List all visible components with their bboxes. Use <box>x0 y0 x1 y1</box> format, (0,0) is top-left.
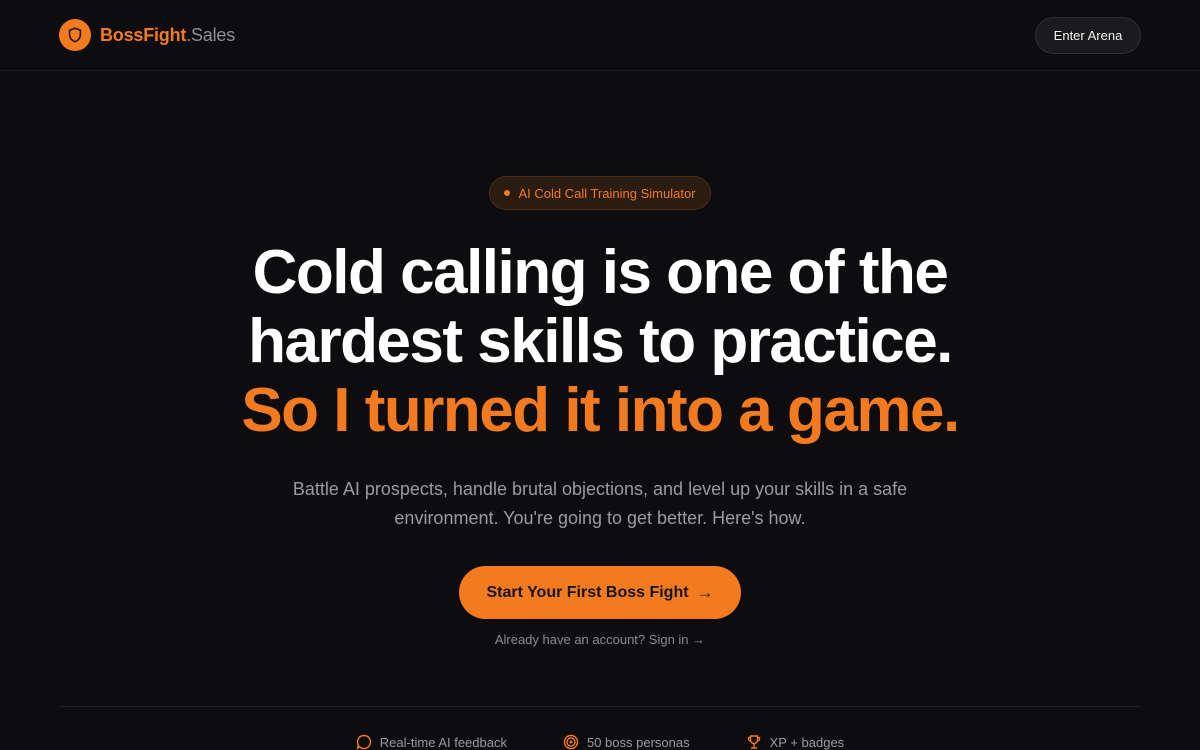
hero-subtext: Battle AI prospects, handle brutal objec… <box>292 479 908 528</box>
signin-prefix: Already have an account? <box>494 632 646 647</box>
headline-line-1: Cold calling is one of the <box>252 238 949 307</box>
feature-label: Real-time AI feedback <box>379 734 507 750</box>
feature-item: 50 boss personas <box>563 734 690 750</box>
hero-badge: AI Cold Call Training Simulator <box>489 176 711 210</box>
badge-label: AI Cold Call Training Simulator <box>518 185 696 201</box>
brand-wordmark: BossFight.Sales <box>100 25 235 46</box>
feature-item: XP + badges <box>746 734 845 750</box>
target-icon <box>563 734 579 750</box>
brand-logo-link[interactable]: BossFight.Sales <box>59 19 235 51</box>
headline-line-3: So I turned it into a game. <box>241 376 960 445</box>
message-circle-icon <box>356 734 372 750</box>
brand-suffix: .Sales <box>186 24 236 45</box>
feature-label: XP + badges <box>769 734 845 750</box>
enter-arena-button[interactable]: Enter Arena <box>1035 17 1141 54</box>
start-boss-fight-button[interactable]: Start Your First Boss Fight → <box>459 566 741 619</box>
shield-icon <box>59 19 91 51</box>
arrow-right-icon: → <box>696 582 714 602</box>
trophy-icon <box>746 734 762 750</box>
feature-list: Real-time AI feedback 50 boss personas X… <box>0 734 1200 750</box>
cta-label: Start Your First Boss Fight <box>486 583 689 601</box>
landing-page: BossFight.Sales Enter Arena AI Cold Call… <box>0 0 1200 750</box>
headline-line-2: hardest skills to practice. <box>248 307 953 376</box>
badge-dot-icon <box>504 190 511 196</box>
section-divider <box>59 706 1141 707</box>
signin-link[interactable]: Sign in → <box>649 632 705 647</box>
feature-label: 50 boss personas <box>586 734 690 750</box>
brand-name: BossFight <box>100 24 187 45</box>
feature-item: Real-time AI feedback <box>356 734 507 750</box>
site-header: BossFight.Sales Enter Arena <box>0 0 1200 71</box>
signin-prompt: Already have an account? Sign in → <box>0 632 1200 647</box>
hero-headline: Cold calling is one of the hardest skill… <box>0 238 1200 445</box>
